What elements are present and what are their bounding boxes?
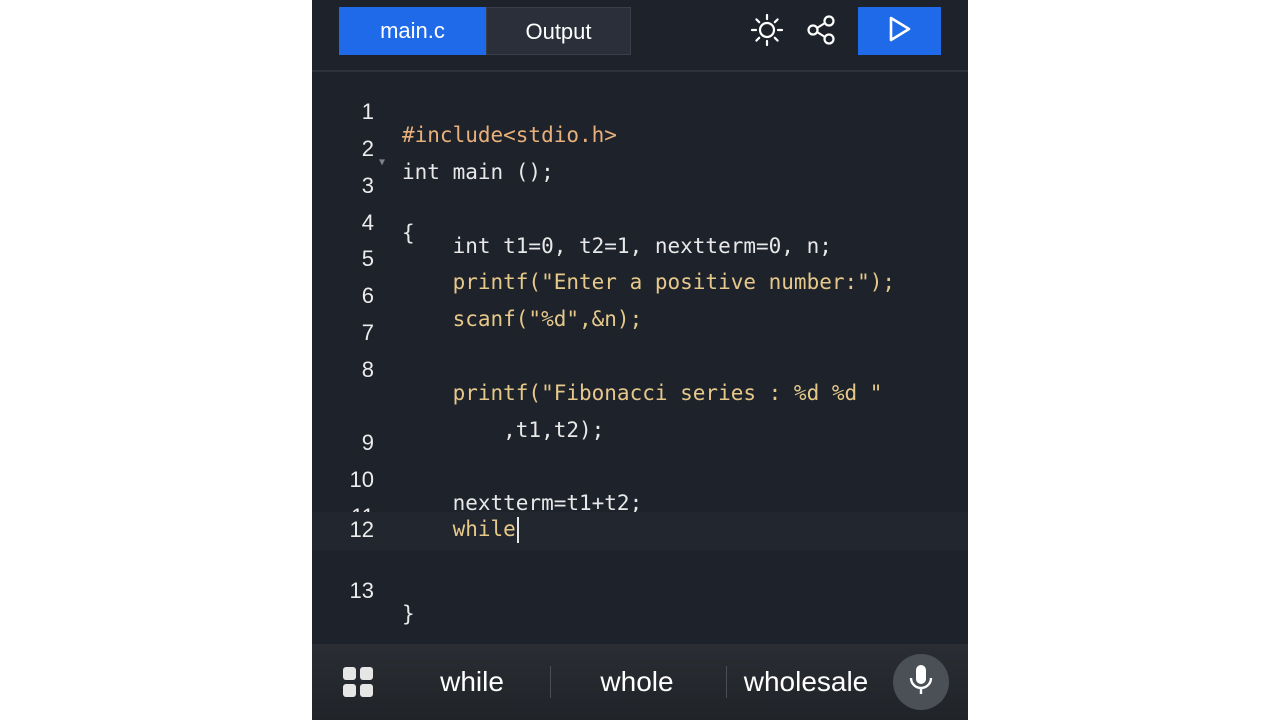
phone-screen: main.c Output 1 #include<stdio.h> 2 int … — [312, 0, 968, 720]
line-number: 12 — [349, 517, 374, 542]
code-line: 8 printf("Fibonacci series : %d %d " — [312, 333, 968, 405]
code-line: 5 printf("Enter a positive number:"); — [312, 222, 968, 294]
tab-main-c[interactable]: main.c — [339, 7, 486, 55]
mic-icon — [907, 663, 935, 702]
line-code: while — [402, 517, 516, 541]
editor-toolbar: main.c Output — [312, 0, 968, 72]
suggestion-whole[interactable]: whole — [572, 662, 702, 702]
code-line: 3 ▼ { — [312, 149, 968, 245]
code-line: 7 — [312, 296, 968, 345]
keyboard-suggestion-bar: while whole wholesale — [312, 644, 968, 720]
code-line: 10 nextterm=t1+t2; — [312, 443, 968, 515]
line-number: 13 — [349, 578, 374, 603]
code-line: 13 } — [312, 554, 968, 626]
code-line-active: 12 while — [312, 512, 968, 550]
run-button[interactable] — [858, 7, 941, 55]
code-line: 11 — [312, 480, 968, 529]
code-editor[interactable]: 1 #include<stdio.h> 2 int main (); 3 ▼ {… — [312, 72, 968, 644]
tab-output[interactable]: Output — [486, 7, 631, 55]
fold-arrow-icon[interactable]: ▼ — [379, 157, 385, 168]
text-cursor — [516, 517, 519, 543]
sun-icon[interactable] — [749, 12, 785, 48]
code-line: 4 int t1=0, t2=1, nextterm=0, n; — [312, 186, 968, 258]
suggestion-wholesale[interactable]: wholesale — [726, 662, 886, 702]
play-icon — [887, 15, 913, 48]
mic-button[interactable] — [893, 654, 949, 710]
line-code: } — [402, 602, 415, 626]
grid-icon[interactable] — [342, 666, 374, 698]
code-line: 2 int main (); — [312, 112, 968, 184]
code-line: 6 scanf("%d",&n); — [312, 259, 968, 331]
suggestion-while[interactable]: while — [412, 662, 532, 702]
code-line-wrapped: ,t1,t2); — [312, 370, 968, 442]
code-line: 1 #include<stdio.h> — [312, 75, 968, 147]
suggestion-divider — [550, 666, 551, 698]
code-line: 9 — [312, 406, 968, 455]
share-icon[interactable] — [803, 12, 839, 48]
